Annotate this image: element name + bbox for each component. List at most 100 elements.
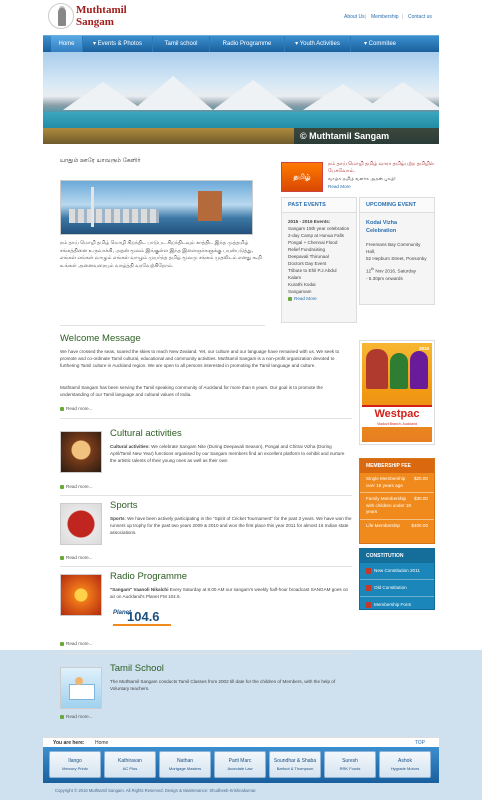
doc-link-label: Old Constitution (374, 585, 407, 591)
fee-label: Family Membership with children under 18… (366, 496, 411, 514)
upcoming-event-heading: UPCOMING EVENT (360, 198, 434, 213)
nav-events-photos[interactable]: ▾ Events & Photos (83, 36, 153, 53)
cricket-ball-thumbnail[interactable] (60, 503, 102, 545)
banner-caption: © Muthtamil Sangam (294, 128, 439, 144)
planet-fm-logo[interactable]: Planet 104.6 (113, 606, 173, 632)
sports-text: : We have been actively participating in… (110, 516, 352, 535)
tamil-school-thumbnail[interactable] (60, 667, 102, 709)
city-temple-photo (60, 180, 253, 235)
tamil-school-title[interactable]: Tamil School (110, 663, 164, 674)
radio-read-more[interactable]: Read more... (60, 641, 93, 646)
top-link-separator: | (402, 14, 404, 20)
past-event-item[interactable]: Deepavali Thirunaal (288, 253, 350, 260)
radio-lead: "Sangam" Vaanoli Nikalchi (110, 587, 169, 592)
contact-us-link[interactable]: Contact us (408, 14, 432, 20)
sponsor-name: Suresh (342, 758, 358, 764)
upcoming-event-title[interactable]: Kodai Vizha Celebration (366, 219, 428, 235)
doc-link-label: New Constitution 2011 (374, 568, 420, 574)
event-poster[interactable]: 2016 Westpac Viaduct Branch, Auckland (359, 340, 435, 445)
tamil-promo-sub: வாழ்க தமிழ் வளர்க அதன் புகழ்! (328, 176, 396, 181)
copyright-text: Copyright © 2016 Muthtamil Sangam. All R… (55, 788, 257, 793)
past-events-title: 2015 - 2016 Events: (288, 219, 331, 224)
past-event-item[interactable]: Sangam 15th year celebration (288, 225, 350, 232)
upcoming-event-address: 52 Hepburn Street, Ponsonby (366, 256, 427, 261)
sponsor-name: Parti Marc (228, 758, 252, 764)
cultural-lead: Cultural activities: (110, 444, 150, 449)
tamil-school-read-more[interactable]: Read more... (60, 714, 93, 719)
welcome-title: Welcome Message (60, 333, 141, 344)
membership-form-link[interactable]: Membership Form (360, 597, 434, 613)
cultural-read-more[interactable]: Read more... (60, 484, 93, 489)
sports-read-more[interactable]: Read more... (60, 555, 93, 560)
membership-fee-box: MEMBERSHIP FEE Single Membership over 18… (359, 458, 435, 544)
sponsor-company: RRK Foods (339, 766, 361, 771)
constitution-box: CONSTITUTION New Constitution 2011 Old C… (359, 548, 435, 610)
nav-youth-activities[interactable]: ▾ Youth Activities (285, 36, 351, 53)
sponsor-name: Ashok (398, 758, 412, 764)
section-divider (60, 418, 352, 419)
tamil-promo-read-more[interactable]: Read More (328, 184, 351, 189)
past-event-item[interactable]: 2-day Camp at Hunua Falls (288, 232, 350, 239)
nav-committee[interactable]: ▾ Commitee (351, 36, 409, 53)
brand-name-line1[interactable]: Muthtamil (76, 4, 127, 16)
past-events-heading: PAST EVENTS (282, 198, 356, 213)
top-link-separator: | (365, 14, 367, 20)
constitution-heading: CONSTITUTION (360, 549, 434, 563)
welcome-paragraph-2: Muthtamil Sangam has been serving the Ta… (60, 385, 323, 397)
past-events-read-more[interactable]: Read More (288, 295, 350, 302)
cultural-title[interactable]: Cultural activities (110, 428, 182, 439)
past-event-item[interactable]: Doctors Day Event (288, 260, 350, 267)
sponsor-name: Soundhar & Shaba (273, 758, 317, 764)
about-us-link[interactable]: About Us (344, 14, 365, 20)
sponsor-tile[interactable]: Suresh RRK Foods (324, 751, 376, 778)
sponsor-tile[interactable]: Nathan Mortgage Masters (159, 751, 211, 778)
sponsor-tile[interactable]: Soundhar & Shaba Barfoot & Thompson (269, 751, 321, 778)
tamil-promo-text: நம் தாய் மொழி தமிழ் வாரா தமிழ்பற்ற தமிழி… (328, 161, 434, 174)
main-nav: Home ▾ Events & Photos Tamil school Radi… (43, 35, 439, 53)
doc-link-label: Membership Form (374, 602, 412, 608)
past-event-item[interactable]: Sangamam (288, 288, 350, 295)
old-constitution-link[interactable]: Old Constitution (360, 580, 434, 597)
breadcrumb: You are here: Home TOP (43, 737, 439, 747)
past-event-item[interactable]: Tribute to Ehil P.J.Abdul Kalam (288, 267, 350, 281)
sports-lead: Sports (110, 516, 125, 521)
tamil-school-text: The Muthtamil Sangam conducts Tamil Clas… (110, 679, 336, 691)
sponsor-company: AC Plus (122, 766, 138, 771)
hero-banner: © Muthtamil Sangam (43, 52, 439, 144)
intro-text: நம் தாய் மொழி தமிழ் மொழி சிறந்திட பாடுபட… (60, 240, 262, 269)
pdf-icon (366, 585, 371, 591)
past-event-item[interactable]: Pongal + Chennai Flood Relief Fundraisin… (288, 239, 350, 253)
welcome-read-more[interactable]: Read more... (60, 406, 93, 411)
sponsor-company: Hygrade Motors (390, 766, 420, 771)
nav-radio-programme[interactable]: Radio Programme (210, 36, 285, 53)
new-constitution-link[interactable]: New Constitution 2011 (360, 563, 434, 580)
membership-fee-heading: MEMBERSHIP FEE (360, 459, 434, 473)
radio-title[interactable]: Radio Programme (110, 571, 187, 582)
sponsor-name: Kathiravan (118, 758, 142, 764)
sponsor-company: Avondale Law (227, 766, 253, 771)
brand-name-line2[interactable]: Sangam (76, 16, 114, 28)
sponsor-tile[interactable]: Ilango Mercury Printz (49, 751, 101, 778)
site-logo[interactable] (48, 3, 74, 29)
sponsor-name: Nathan (176, 758, 194, 764)
poster-sponsor-name: Westpac (374, 408, 420, 420)
sponsor-tile[interactable]: Ashok Hygrade Motors (379, 751, 431, 778)
fee-price: $20.00 (413, 476, 428, 481)
section-divider (60, 566, 352, 567)
nav-tamil-school[interactable]: Tamil school (153, 36, 210, 53)
fee-label: Life Membership (366, 522, 400, 528)
sponsor-company: Mortgage Masters (168, 766, 202, 771)
intro-title: யாதும் ஊரே யாவரும் கேளிர் (60, 158, 141, 164)
sponsor-tile[interactable]: Kathiravan AC Plus (104, 751, 156, 778)
nav-home[interactable]: Home (51, 36, 83, 53)
sponsor-tile[interactable]: Parti Marc Avondale Law (214, 751, 266, 778)
cultural-thumbnail[interactable] (60, 431, 102, 473)
tamil-badge[interactable]: தமிழ் (281, 162, 323, 192)
past-event-item[interactable]: Kurathi Kodai (288, 281, 350, 288)
sports-title[interactable]: Sports (110, 500, 137, 511)
fee-price: $400.00 (411, 522, 428, 528)
section-divider (60, 653, 352, 654)
fee-row-family: Family Membership with children under 18… (360, 493, 434, 520)
radio-thumbnail[interactable] (60, 574, 102, 616)
membership-link[interactable]: Membership (371, 14, 399, 20)
